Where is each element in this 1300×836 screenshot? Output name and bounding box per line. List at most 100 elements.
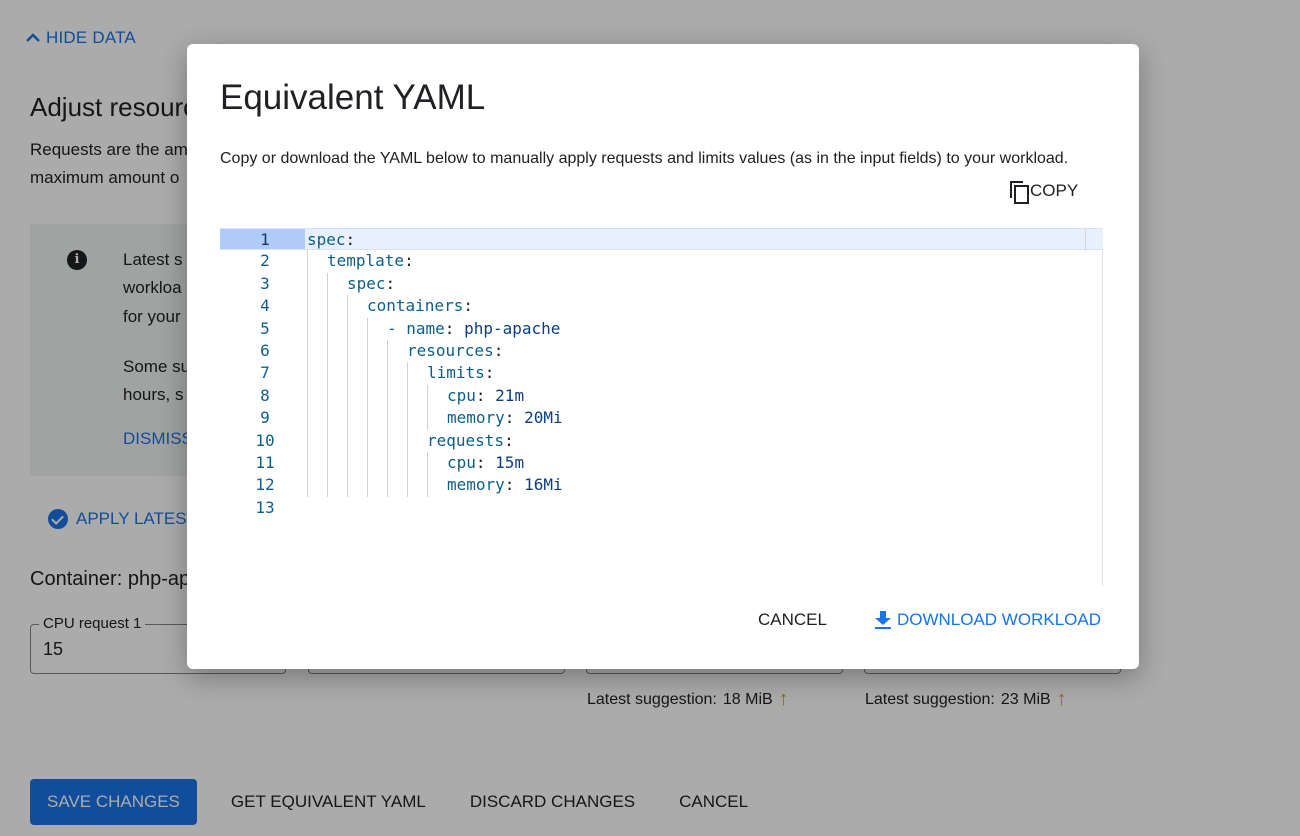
code-line[interactable]: 10 requests: [220,429,1103,452]
indent-guide [327,295,328,318]
indent-guide [367,407,368,430]
indent-guide [367,474,368,497]
indent-guide [387,340,388,363]
indent-guide [427,452,428,475]
indent-guide [307,407,308,430]
code-text: spec: [347,273,405,293]
indent-guide [327,272,328,296]
indent-guide [347,362,348,385]
indent-guide [407,474,408,497]
yaml-key: memory [447,408,505,428]
yaml-key: spec [307,230,346,249]
indent-guide [367,362,368,385]
indent-guide [407,429,408,452]
code-text: resources: [407,341,513,360]
code-line[interactable]: 5 - name: php-apache [220,317,1103,340]
yaml-key: requests [427,430,505,450]
yaml-key: template [327,251,405,271]
code-line[interactable]: 7 limits: [220,362,1103,385]
indent-guide [347,317,348,340]
code-line[interactable]: 8 cpu: 21m [220,384,1103,408]
indent-guide [327,317,328,340]
dialog-actions: CANCEL DOWNLOAD WORKLOAD [758,610,1101,630]
indent-guide [327,384,328,408]
indent-guide [347,452,348,475]
indent-guide [407,452,408,475]
indent-guide [307,250,308,273]
indent-guide [347,429,348,452]
indent-guide [387,474,388,497]
indent-guide [327,340,328,363]
yaml-key: cpu [447,453,476,472]
indent-guide [367,384,368,408]
indent-guide [307,295,308,318]
dialog-cancel-button[interactable]: CANCEL [758,610,827,630]
copy-icon [1010,181,1029,204]
line-number: 9 [260,408,270,428]
indent-guide [347,407,348,430]
yaml-key: limits [427,363,485,383]
line-number: 7 [260,363,270,383]
yaml-dialog: Equivalent YAML Copy or download the YAM… [187,44,1139,669]
indent-guide [407,362,408,385]
code-line[interactable]: 13 [220,497,1103,519]
indent-guide [327,407,328,430]
copy-button[interactable]: COPY [1010,181,1078,204]
indent-guide [347,384,348,408]
scrollbar-thumb[interactable] [1085,229,1103,251]
code-text: cpu: 15m [447,453,525,472]
code-text: requests: [427,430,524,450]
code-line[interactable]: 2 template: [220,250,1103,273]
indent-guide [327,452,328,475]
indent-guide [407,384,408,408]
code-line[interactable]: 12 memory: 16Mi [220,474,1103,497]
indent-guide [367,429,368,452]
indent-guide [387,452,388,475]
indent-guide [307,384,308,408]
indent-guide [307,429,308,452]
download-label: DOWNLOAD WORKLOAD [896,610,1101,629]
indent-guide [307,340,308,363]
yaml-key: cpu [447,385,476,405]
yaml-key: - name [387,318,445,338]
indent-guide [327,474,328,497]
yaml-key: resources [407,341,494,360]
indent-guide [307,452,308,475]
line-number: 8 [260,385,270,405]
indent-guide [347,340,348,363]
code-line[interactable]: 1 spec: [220,228,1103,251]
yaml-key: memory [447,475,505,495]
indent-guide [427,474,428,497]
indent-guide [367,452,368,475]
indent-guide [347,295,348,318]
line-number: 2 [260,251,270,271]
line-number: 4 [260,296,270,316]
yaml-value: 21m [495,385,525,405]
code-text: memory: 16Mi [447,475,563,495]
yaml-value: 20Mi [524,408,563,428]
line-number: 13 [255,497,275,517]
code-text: - name: php-apache [387,318,561,338]
code-line[interactable]: 9 memory: 20Mi [220,407,1103,430]
code-line[interactable]: 6 resources: [220,340,1103,363]
line-number: 3 [260,273,270,293]
yaml-value: php-apache [464,318,561,338]
line-number: 6 [260,341,270,360]
indent-guide [307,474,308,497]
indent-guide [427,407,428,430]
yaml-key: spec [347,273,386,293]
indent-guide [307,362,308,385]
download-workload-button[interactable]: DOWNLOAD WORKLOAD [874,610,1101,630]
indent-guide [387,384,388,408]
code-text: spec: [307,230,365,249]
code-line[interactable]: 3 spec: [220,272,1103,296]
download-icon [874,611,891,629]
line-number: 5 [260,318,270,338]
code-text: cpu: 21m [447,385,525,405]
indent-guide [427,384,428,408]
code-line[interactable]: 4 containers: [220,295,1103,318]
code-line[interactable]: 11 cpu: 15m [220,452,1103,475]
dialog-title: Equivalent YAML [220,78,486,117]
line-number: 10 [255,430,275,450]
yaml-editor[interactable]: 1 spec: 2 template: 3 spec: 4 containers: 5-… [220,228,1103,586]
